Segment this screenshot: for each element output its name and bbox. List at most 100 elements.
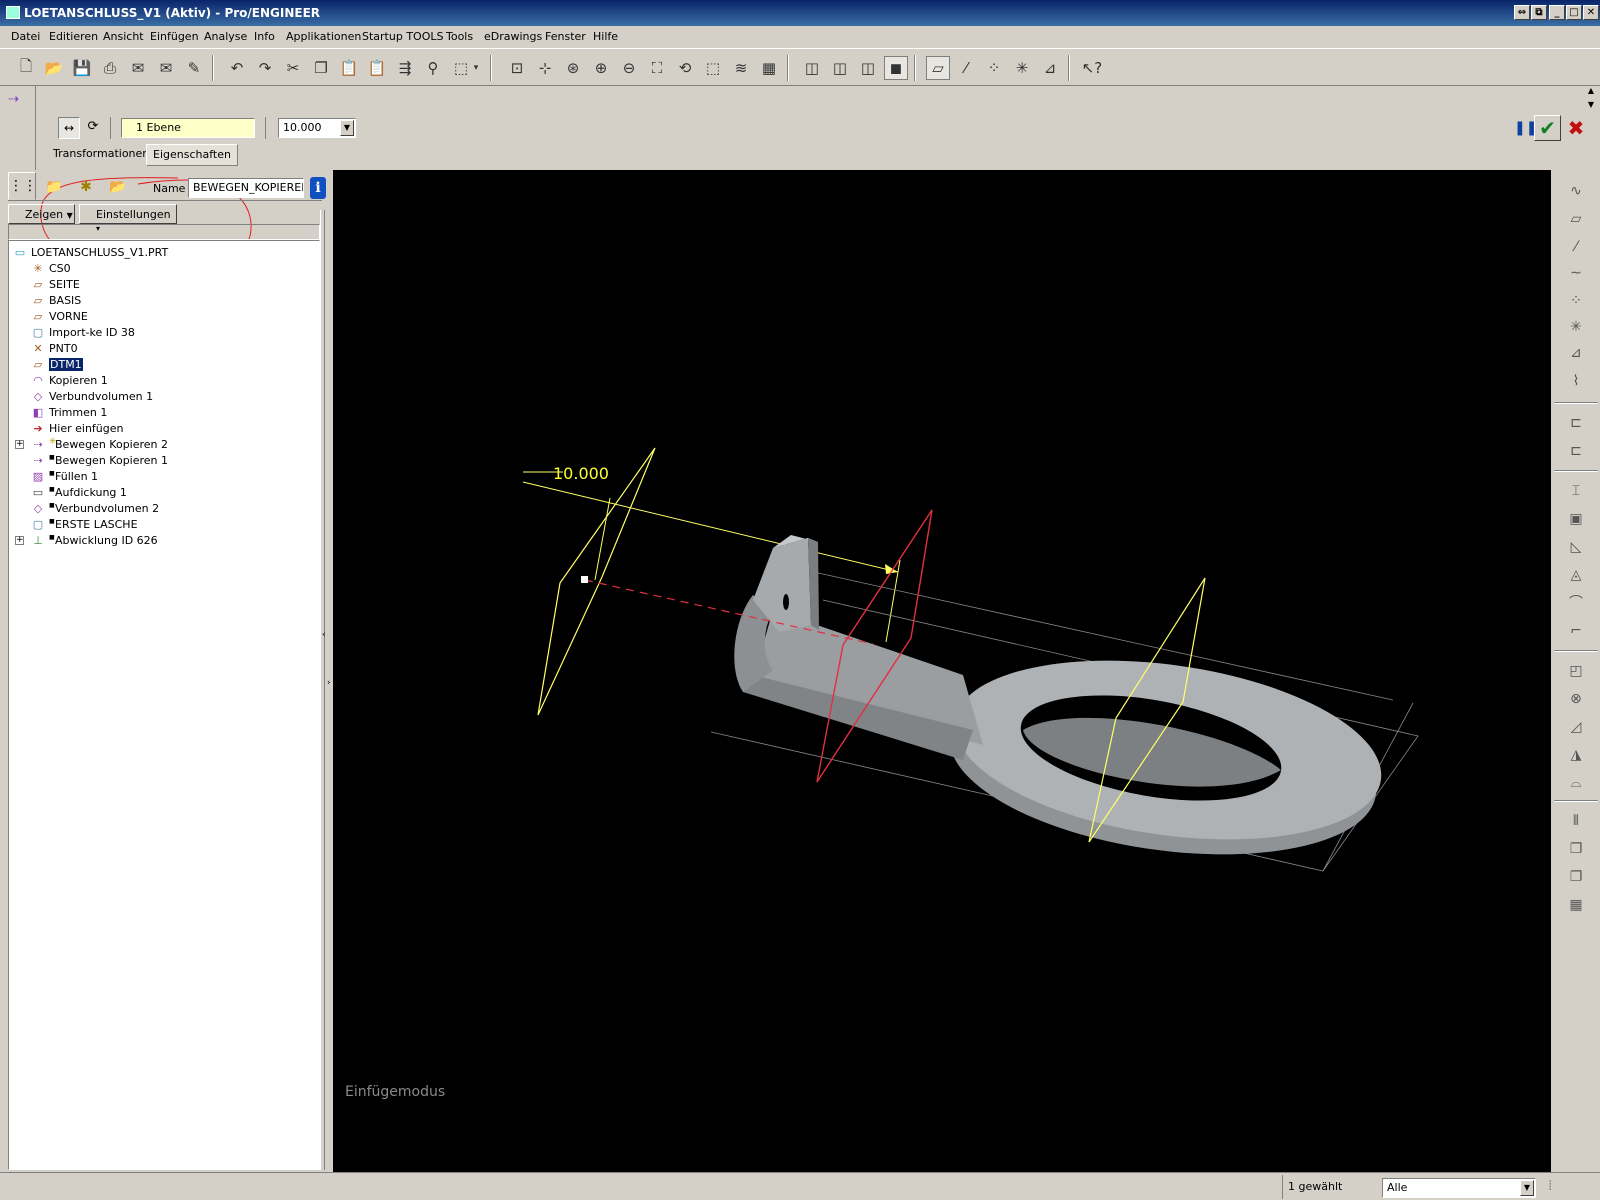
chevron-down-icon[interactable]: ▾ (469, 56, 483, 80)
menu-applikationen[interactable]: Applikationen (286, 30, 361, 43)
tree-item[interactable]: ✳ CS0 (9, 261, 319, 277)
print-icon[interactable]: ⎙ (98, 56, 122, 80)
connections-tab-icon[interactable]: 📂 (104, 174, 132, 200)
menu-editieren[interactable]: Editieren (49, 30, 98, 43)
menu-ansicht[interactable]: Ansicht (103, 30, 144, 43)
pause-icon[interactable]: ❚❚ (1514, 120, 1537, 136)
coordinate-system-tool-icon[interactable]: ✳ (1565, 316, 1587, 338)
analysis-tool-icon[interactable]: ⊿ (1565, 342, 1587, 364)
find-icon[interactable]: ⚲ (421, 56, 445, 80)
tree-item[interactable]: + ⇢ ✳ Bewegen Kopieren 2 (9, 437, 319, 453)
close-button[interactable]: ✕ (1583, 5, 1599, 20)
restore-split-button[interactable]: ⇔ (1514, 5, 1530, 20)
twist-wall-icon[interactable]: ◬ (1565, 564, 1587, 586)
view-manager-icon[interactable]: ▦ (757, 56, 781, 80)
saved-views-icon[interactable]: ⬚ (701, 56, 725, 80)
attach-icon[interactable]: ✎ (182, 56, 206, 80)
tree-item[interactable]: + ⊥ ■ Abwicklung ID 626 (9, 533, 319, 549)
translate-icon[interactable]: ↔ (58, 117, 80, 139)
flange-wall-icon[interactable]: ⌶ (1565, 480, 1587, 502)
tree-item[interactable]: ▱ SEITE (9, 277, 319, 293)
sheetmetal-tool-icon[interactable]: ⌇ (1565, 370, 1587, 392)
menu-info[interactable]: Info (254, 30, 275, 43)
datum-axis-display-icon[interactable]: ⁄ (954, 56, 978, 80)
tree-item[interactable]: ➔ Hier einfügen (9, 421, 319, 437)
chevron-down-icon[interactable]: ▼ (340, 120, 354, 136)
datum-point-tool-icon[interactable]: ⁘ (1565, 290, 1587, 312)
annotation-display-icon[interactable]: ⊿ (1038, 56, 1062, 80)
flatten-icon[interactable]: ⌓ (1565, 772, 1587, 794)
corner-relief-icon[interactable]: ◿ (1565, 716, 1587, 738)
distance-input[interactable]: 10.000 ▼ (278, 118, 356, 138)
tree-item[interactable]: ▨ ■ Füllen 1 (9, 469, 319, 485)
pattern-icon[interactable]: ▦ (1565, 894, 1587, 916)
tree-item[interactable]: ▱ VORNE (9, 309, 319, 325)
tree-item[interactable]: ◧ Trimmen 1 (9, 405, 319, 421)
context-help-icon[interactable]: ↖? (1080, 56, 1104, 80)
tree-item[interactable]: ▭ LOETANSCHLUSS_V1.PRT (9, 245, 319, 261)
datum-plane-dtm1[interactable] (537, 447, 656, 716)
copy-icon[interactable]: ❐ (309, 56, 333, 80)
maximize-button[interactable]: □ (1566, 5, 1582, 20)
tab-eigenschaften[interactable]: Eigenschaften (146, 144, 238, 166)
tree-item[interactable]: ✕ PNT0 (9, 341, 319, 357)
secondary-wall-icon[interactable]: ⊏ (1565, 440, 1587, 462)
hidden-line-icon[interactable]: ◫ (828, 56, 852, 80)
tree-item[interactable]: ▱ DTM1 (9, 357, 319, 373)
form-icon[interactable]: ◮ (1565, 744, 1587, 766)
mirror-icon[interactable]: ⫴ (1565, 810, 1587, 832)
menu-datei[interactable]: Datei (11, 30, 40, 43)
minimize-button[interactable]: _ (1549, 5, 1565, 20)
refit-icon[interactable]: ⛶ (645, 56, 669, 80)
datum-curve-tool-icon[interactable]: ∼ (1565, 262, 1587, 284)
coordinate-system-display-icon[interactable]: ✳ (1010, 56, 1034, 80)
layers-icon[interactable]: ≋ (729, 56, 753, 80)
chevron-down-icon[interactable]: ▼ (1520, 1180, 1534, 1196)
bend-icon[interactable]: ⌒ (1565, 592, 1587, 614)
new-file-icon[interactable]: 🗋 (14, 56, 38, 80)
flat-wall-icon[interactable]: ▣ (1565, 508, 1587, 530)
settings-menu-button[interactable]: Einstellungen ▾ (79, 204, 177, 233)
unbend-icon[interactable]: ⌐ (1565, 620, 1587, 642)
feature-name-input[interactable]: BEWEGEN_KOPIEREI (188, 178, 304, 198)
sketch-icon[interactable]: ∿ (1565, 180, 1587, 202)
expand-arrow-icon[interactable]: › (327, 678, 331, 688)
scroll-down-icon[interactable]: ▼ (1584, 100, 1598, 112)
menu-tools[interactable]: Tools (446, 30, 473, 43)
tile-button[interactable]: ⧉ (1531, 5, 1547, 20)
email-icon[interactable]: ✉ (126, 56, 150, 80)
primary-wall-icon[interactable]: ⊏ (1565, 412, 1587, 434)
tab-transformationen[interactable]: Transformationen (47, 144, 155, 166)
favorites-tab-icon[interactable]: ✱ (72, 174, 100, 200)
info-icon[interactable]: i (310, 177, 326, 199)
folder-browser-tab-icon[interactable]: 📁 (40, 174, 68, 200)
datum-plane-display-icon[interactable]: ▱ (926, 56, 950, 80)
regenerate-icon[interactable]: ⇶ (393, 56, 417, 80)
shading-icon[interactable]: ◼ (884, 56, 908, 80)
menu-analyse[interactable]: Analyse (204, 30, 247, 43)
datum-axis-tool-icon[interactable]: ⁄ (1565, 236, 1587, 258)
dimension-value-label[interactable]: 10.000 (553, 464, 609, 483)
drag-handle[interactable] (581, 576, 588, 583)
reference-collector[interactable]: 1 Ebene (121, 118, 255, 138)
show-menu-button[interactable]: Zeigen ▼ (8, 204, 75, 224)
spin-center-icon[interactable]: ⊹ (533, 56, 557, 80)
graphics-viewport[interactable]: 10.000 Einfügemodus (333, 170, 1551, 1172)
solder-lug-part[interactable] (710, 535, 1419, 879)
expand-plus-icon[interactable]: + (15, 440, 24, 449)
model-graphics[interactable] (333, 170, 1551, 1172)
rip-icon[interactable]: ◰ (1565, 660, 1587, 682)
paste-special-icon[interactable]: 📋 (365, 56, 389, 80)
tree-item[interactable]: ▭ ■ Aufdickung 1 (9, 485, 319, 501)
open-folder-icon[interactable]: 📂 (42, 56, 66, 80)
menu-hilfe[interactable]: Hilfe (593, 30, 618, 43)
zoom-out-icon[interactable]: ⊖ (617, 56, 641, 80)
no-hidden-icon[interactable]: ◫ (856, 56, 880, 80)
save-icon[interactable]: 💾 (70, 56, 94, 80)
merge-icon[interactable]: ⊗ (1565, 688, 1587, 710)
menu-edrawings[interactable]: eDrawings (484, 30, 542, 43)
tree-item[interactable]: ▢ ■ ERSTE LASCHE (9, 517, 319, 533)
cut-icon[interactable]: ✂ (281, 56, 305, 80)
copy-tool-icon[interactable]: ❐ (1565, 838, 1587, 860)
zoom-in-icon[interactable]: ⊕ (589, 56, 613, 80)
